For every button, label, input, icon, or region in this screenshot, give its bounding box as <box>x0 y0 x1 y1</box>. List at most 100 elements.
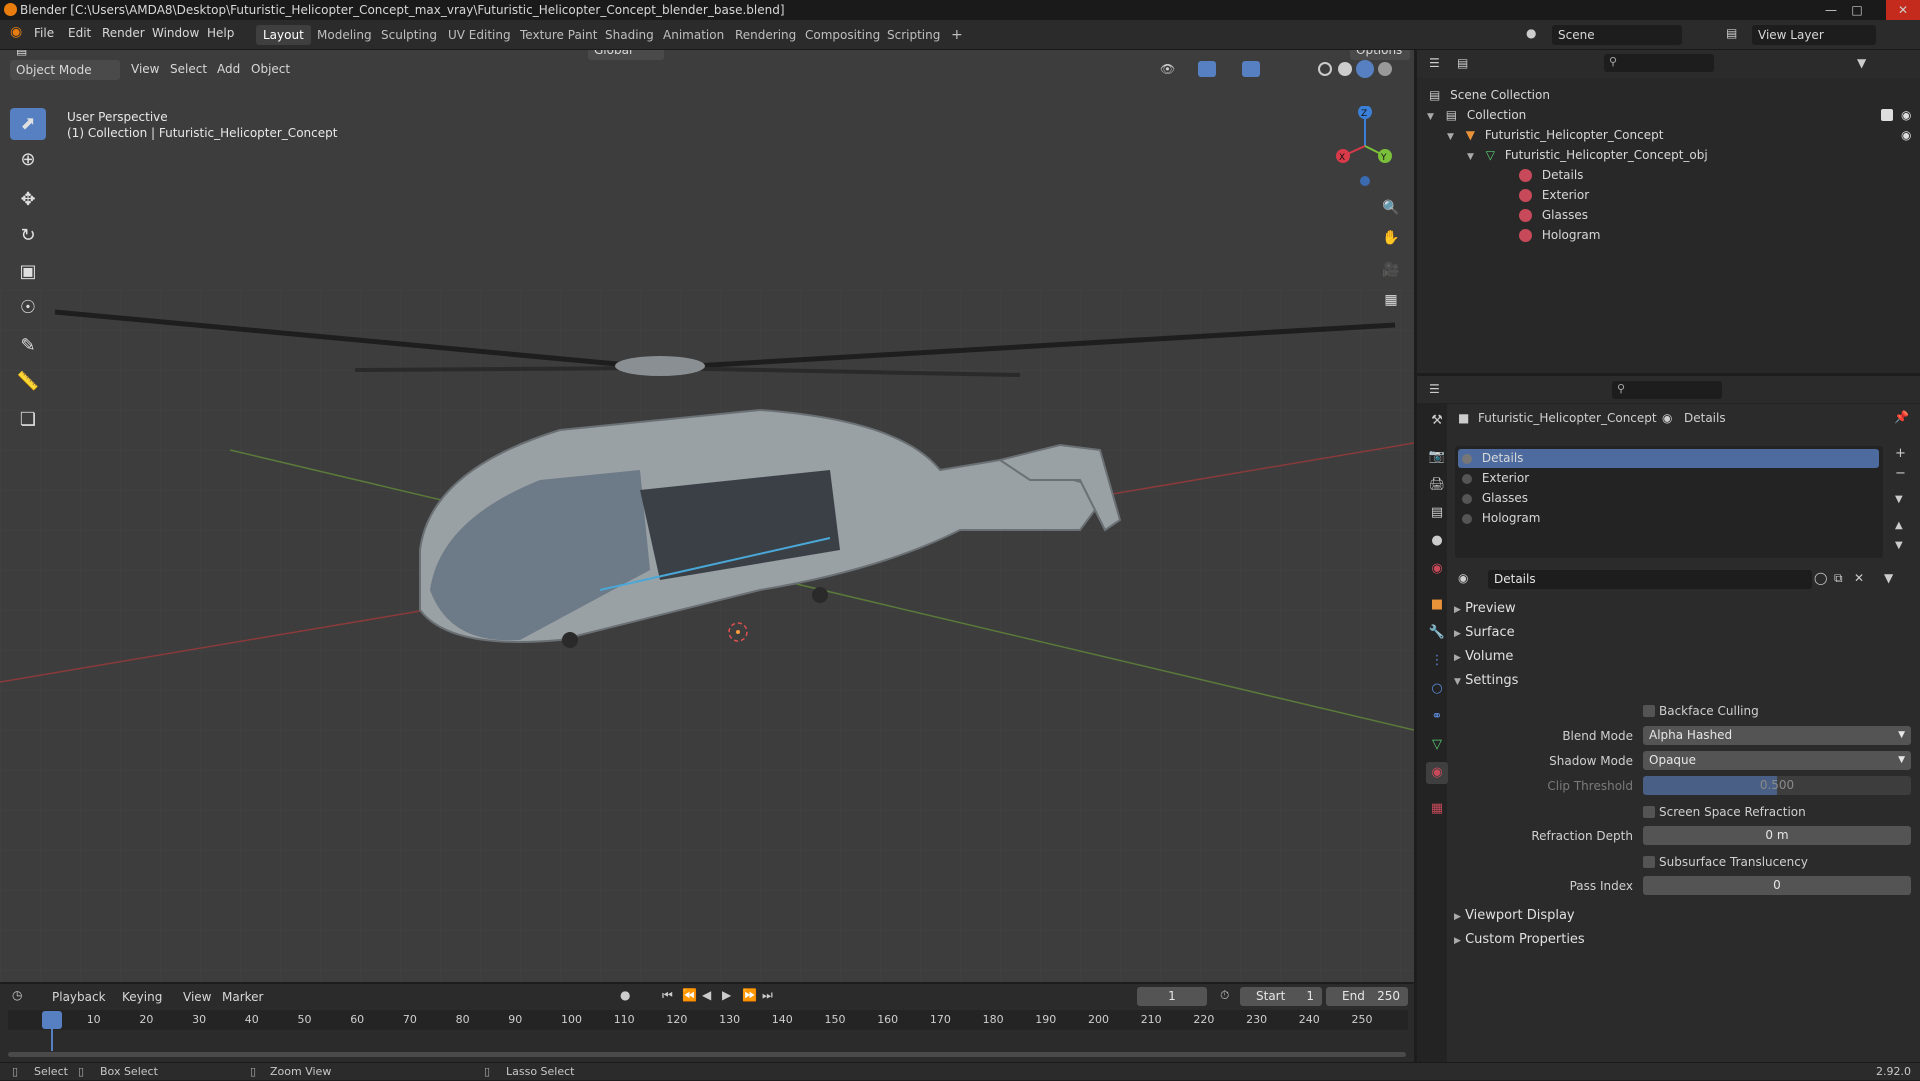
pass-index-field[interactable]: 0 <box>1643 876 1911 895</box>
collapse-arrow-icon[interactable]: ▼ <box>1427 112 1434 122</box>
filter-icon[interactable]: ▼ <box>1857 56 1866 70</box>
tab-animation[interactable]: Animation <box>656 25 731 45</box>
section-preview[interactable]: ▶ Preview <box>1454 601 1516 616</box>
pin-icon[interactable]: 📌 <box>1894 410 1909 424</box>
jump-keyframe-forward-icon[interactable]: ⏩ <box>742 988 757 1002</box>
texture-tab-icon[interactable]: ▦ <box>1426 798 1448 820</box>
object-tab-icon[interactable]: ■ <box>1426 594 1448 616</box>
outliner-item-material-exterior[interactable]: Exterior <box>1417 185 1920 205</box>
menu-render[interactable]: Render <box>102 26 145 40</box>
pan-hand-icon[interactable]: ✋ <box>1379 226 1403 250</box>
record-icon[interactable]: ● <box>620 988 630 1002</box>
scene-selector[interactable]: Scene <box>1552 25 1682 45</box>
scene-tab-icon[interactable]: ● <box>1426 530 1448 552</box>
material-slot-hologram[interactable]: Hologram <box>1462 507 1862 529</box>
minimize-icon[interactable]: — <box>1820 0 1842 20</box>
options-dropdown[interactable]: Options <box>1350 50 1410 60</box>
current-frame-field[interactable]: 1 <box>1137 987 1207 1006</box>
viewport-menu-select[interactable]: Select <box>170 62 207 76</box>
timeline-scrollbar[interactable] <box>8 1052 1406 1057</box>
menu-edit[interactable]: Edit <box>68 26 91 40</box>
jump-end-icon[interactable]: ⏭ <box>762 988 773 1003</box>
section-custom-properties[interactable]: ▶ Custom Properties <box>1454 932 1585 947</box>
annotate-tool-icon[interactable]: ✎ <box>10 330 46 362</box>
material-browse-icon[interactable]: ◉ <box>1458 571 1468 585</box>
viewport-menu-object[interactable]: Object <box>251 62 290 76</box>
render-tab-icon[interactable]: 📷 <box>1426 446 1448 468</box>
clip-threshold-slider[interactable]: 0.500 <box>1643 776 1911 795</box>
outliner-item-collection[interactable]: ▼ ▤ Collection ◉ <box>1417 105 1920 125</box>
shadow-mode-dropdown[interactable]: Opaque ▼ <box>1643 751 1911 770</box>
editor-type-icon[interactable]: ▤ <box>10 50 36 60</box>
timeline-menu-keying[interactable]: Keying <box>122 990 162 1004</box>
add-slot-icon[interactable]: + <box>1895 446 1906 461</box>
subsurface-translucency-checkbox[interactable] <box>1643 856 1655 868</box>
world-tab-icon[interactable]: ◉ <box>1426 558 1448 580</box>
solid-shading-icon[interactable] <box>1338 62 1352 76</box>
link-filter-icon[interactable]: ▼ <box>1884 571 1893 585</box>
transform-orientation-dropdown[interactable]: Global <box>588 50 664 60</box>
tool-tab-icon[interactable]: ⚒ <box>1426 410 1448 432</box>
modifiers-tab-icon[interactable]: 🔧 <box>1426 622 1448 644</box>
navigation-gizmo[interactable]: Z X Y <box>1325 106 1405 186</box>
zoom-icon[interactable]: 🔍 <box>1379 196 1403 220</box>
outliner-item-material-hologram[interactable]: Hologram <box>1417 225 1920 245</box>
properties-search-input[interactable] <box>1612 381 1722 399</box>
material-slot-exterior[interactable]: Exterior <box>1462 467 1862 489</box>
outliner-item-object[interactable]: ▼ ▼ Futuristic_Helicopter_Concept ◉ <box>1417 125 1920 145</box>
unlink-material-icon[interactable]: ✕ <box>1854 571 1864 585</box>
outliner-item-mesh[interactable]: ▼ ▽ Futuristic_Helicopter_Concept_obj <box>1417 145 1920 165</box>
rendered-shading-icon[interactable] <box>1378 62 1392 76</box>
visibility-icon[interactable]: 👁 <box>1160 62 1175 76</box>
collapse-arrow-icon[interactable]: ▼ <box>1467 152 1474 162</box>
timeline-menu-marker[interactable]: Marker <box>222 990 263 1004</box>
tab-sculpting[interactable]: Sculpting <box>374 25 444 45</box>
output-tab-icon[interactable]: 🖨 <box>1426 474 1448 496</box>
fake-user-shield-icon[interactable]: ◯ <box>1814 571 1827 585</box>
timeline-menu-playback[interactable]: Playback <box>52 990 106 1004</box>
tab-rendering[interactable]: Rendering <box>728 25 803 45</box>
slot-specials-icon[interactable]: ▼ <box>1895 494 1903 505</box>
viewport-menu-view[interactable]: View <box>131 62 159 76</box>
move-slot-up-icon[interactable]: ▲ <box>1895 520 1903 531</box>
orthographic-grid-icon[interactable]: ▦ <box>1379 288 1403 312</box>
rotate-tool-icon[interactable]: ↻ <box>10 220 46 252</box>
material-preview-shading-icon[interactable] <box>1356 60 1374 78</box>
outliner-item-scene-collection[interactable]: ▤ Scene Collection <box>1417 85 1920 105</box>
display-mode-icon[interactable]: ▤ <box>1457 56 1468 70</box>
view-layer-selector[interactable]: View Layer <box>1752 25 1876 45</box>
3d-viewport[interactable]: Object Mode View Select Add Object ▤ Glo… <box>0 50 1414 982</box>
gizmo-toggle-icon[interactable] <box>1198 61 1216 77</box>
particles-tab-icon[interactable]: ⋮ <box>1426 650 1448 672</box>
scale-tool-icon[interactable]: ▣ <box>10 256 46 288</box>
transform-tool-icon[interactable]: ☉ <box>10 292 46 324</box>
add-cube-tool-icon[interactable]: ❏ <box>10 404 46 436</box>
overlay-toggle-icon[interactable] <box>1242 61 1260 77</box>
cursor-tool-icon[interactable]: ⊕ <box>10 144 46 176</box>
frame-ruler[interactable]: 1102030405060708090100110120130140150160… <box>8 1010 1408 1030</box>
outliner-item-material-details[interactable]: Details <box>1417 165 1920 185</box>
move-slot-down-icon[interactable]: ▼ <box>1895 540 1903 551</box>
menu-window[interactable]: Window <box>152 26 199 40</box>
duplicate-material-icon[interactable]: ⧉ <box>1834 571 1843 586</box>
tab-texture-paint[interactable]: Texture Paint <box>513 25 604 45</box>
play-icon[interactable]: ▶ <box>722 988 731 1002</box>
add-workspace-button[interactable]: + <box>944 25 970 45</box>
object-mode-dropdown[interactable]: Object Mode <box>10 60 120 80</box>
start-frame-field[interactable]: Start 1 <box>1240 987 1322 1006</box>
section-viewport-display[interactable]: ▶ Viewport Display <box>1454 908 1575 923</box>
collapse-arrow-icon[interactable]: ▼ <box>1447 132 1454 142</box>
backface-culling-checkbox[interactable] <box>1643 705 1655 717</box>
collection-visibility-eye-icon[interactable]: ◉ <box>1901 105 1911 125</box>
blend-mode-dropdown[interactable]: Alpha Hashed ▼ <box>1643 726 1911 745</box>
tab-scripting[interactable]: Scripting <box>880 25 947 45</box>
outliner-item-material-glasses[interactable]: Glasses <box>1417 205 1920 225</box>
maximize-icon[interactable]: □ <box>1846 0 1868 20</box>
refraction-depth-field[interactable]: 0 m <box>1643 826 1911 845</box>
measure-tool-icon[interactable]: 📏 <box>10 366 46 398</box>
tab-layout[interactable]: Layout <box>256 25 311 45</box>
outliner-search-input[interactable] <box>1604 54 1714 72</box>
tab-shading[interactable]: Shading <box>598 25 661 45</box>
tab-modeling[interactable]: Modeling <box>310 25 379 45</box>
move-tool-icon[interactable]: ✥ <box>10 184 46 216</box>
